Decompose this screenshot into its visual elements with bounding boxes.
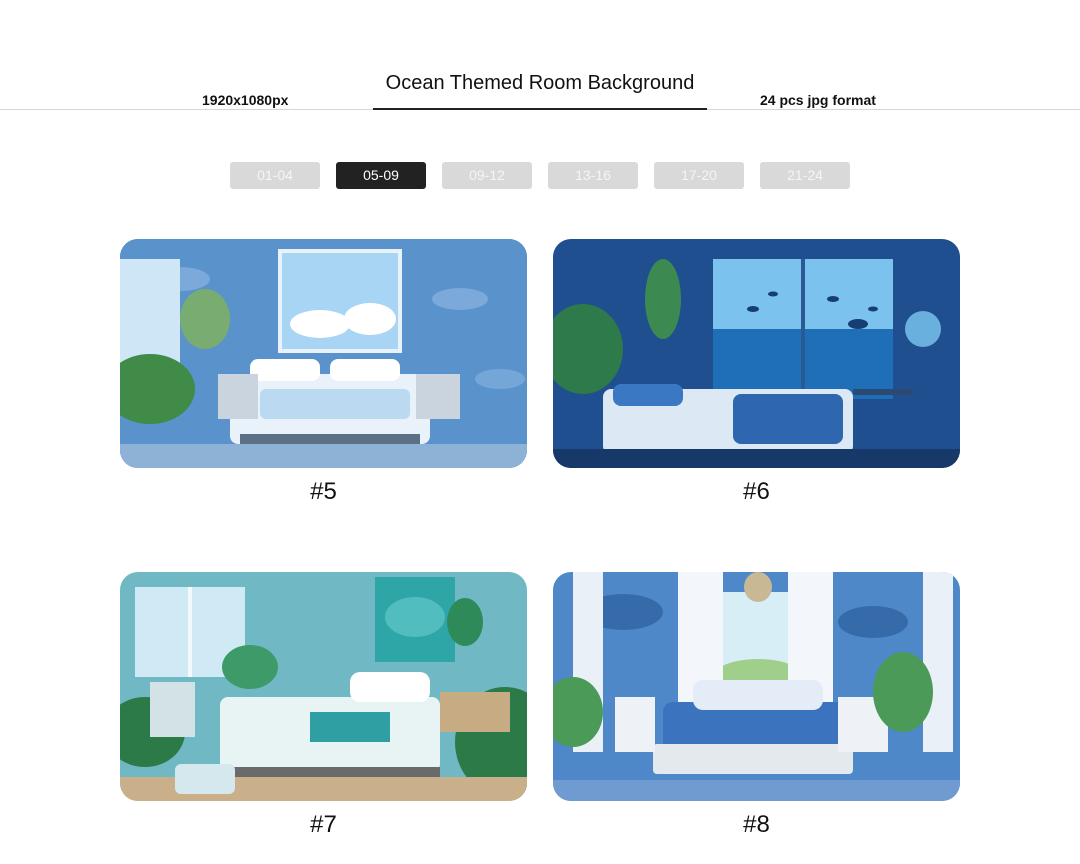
image-caption: #6 <box>743 478 770 505</box>
gallery-item[interactable]: #5 <box>120 239 527 506</box>
tab-05-09[interactable]: 05-09 <box>336 162 426 189</box>
range-tabs: 01-04 05-09 09-12 13-16 17-20 21-24 <box>230 162 850 189</box>
image-caption: #7 <box>310 811 337 838</box>
page-title: Ocean Themed Room Background <box>385 72 695 94</box>
tab-21-24[interactable]: 21-24 <box>760 162 850 189</box>
title-underline <box>373 108 707 110</box>
room-image[interactable] <box>120 572 527 801</box>
room-image[interactable] <box>553 572 960 801</box>
tab-13-16[interactable]: 13-16 <box>548 162 638 189</box>
format-label: 24 pcs jpg format <box>760 92 876 108</box>
room-image[interactable] <box>120 239 527 468</box>
gallery-item[interactable]: #7 <box>120 572 527 839</box>
tab-17-20[interactable]: 17-20 <box>654 162 744 189</box>
image-caption: #8 <box>743 811 770 838</box>
image-caption: #5 <box>310 478 337 505</box>
gallery-item[interactable]: #6 <box>553 239 960 506</box>
tab-09-12[interactable]: 09-12 <box>442 162 532 189</box>
gallery-item[interactable]: #8 <box>553 572 960 839</box>
resolution-label: 1920x1080px <box>202 92 289 108</box>
tab-01-04[interactable]: 01-04 <box>230 162 320 189</box>
room-image[interactable] <box>553 239 960 468</box>
